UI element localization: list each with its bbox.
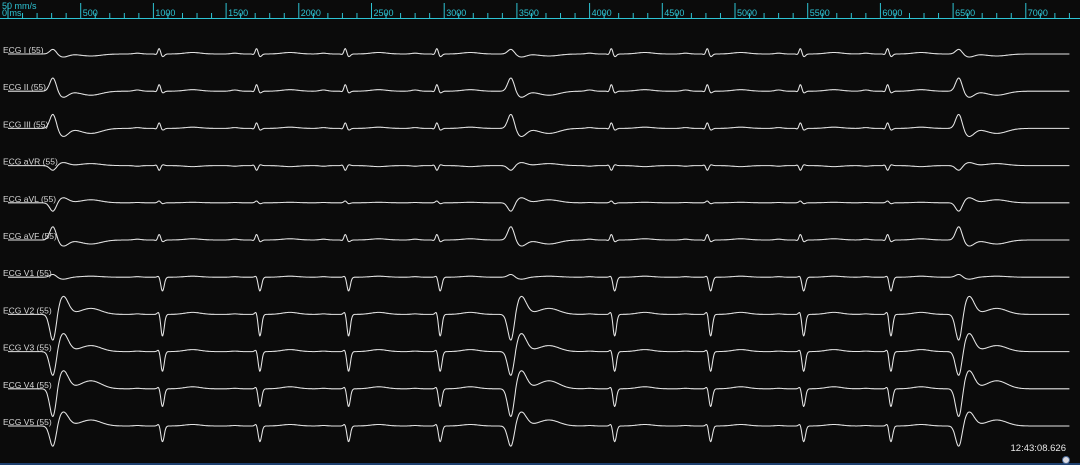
ruler-tick-label: 7000 bbox=[1028, 8, 1048, 18]
ecg-trace bbox=[8, 295, 1070, 341]
ruler-tick-label: 4500 bbox=[664, 8, 684, 18]
ecg-trace bbox=[8, 333, 1070, 376]
lead-v4: ECG V4 (55) bbox=[3, 370, 1070, 418]
ruler-tick-label: 3000 bbox=[446, 8, 466, 18]
ecg-trace bbox=[8, 77, 1070, 98]
ecg-trace bbox=[8, 370, 1070, 418]
ruler-tick-label: 2500 bbox=[374, 8, 394, 18]
timestamp: 12:43:08.626 bbox=[1010, 443, 1066, 454]
ecg-trace bbox=[8, 273, 1070, 292]
ruler-tick-label: 5500 bbox=[810, 8, 830, 18]
lead-avf: ECG aVF (55) bbox=[3, 226, 1070, 247]
lead-ii: ECG II (55) bbox=[3, 77, 1070, 98]
lead-iii: ECG III (55) bbox=[3, 113, 1070, 138]
lead-avl: ECG aVL (55) bbox=[3, 194, 1070, 212]
ecg-trace bbox=[8, 113, 1070, 138]
ruler-tick-label: 5000 bbox=[737, 8, 757, 18]
ruler-tick-label: 6000 bbox=[882, 8, 902, 18]
lead-i: ECG I (55) bbox=[3, 45, 1070, 58]
scroll-indicator-icon[interactable] bbox=[1062, 456, 1070, 464]
lead-v3: ECG V3 (55) bbox=[3, 333, 1070, 376]
ruler-tick-label: 1000 bbox=[155, 8, 175, 18]
time-ruler[interactable]: 50 mm/s 0 ms 500 1000 1500 2000 2500 3000 3500… bbox=[0, 1, 1080, 19]
ecg-trace bbox=[8, 48, 1070, 58]
ecg-chart: 50 mm/s 0 ms 500 1000 1500 2000 2500 3000 3500… bbox=[0, 1, 1080, 447]
lead-v2: ECG V2 (55) bbox=[3, 295, 1070, 341]
ruler-tick-label: 4000 bbox=[592, 8, 612, 18]
ecg-trace bbox=[8, 162, 1070, 171]
ecg-trace bbox=[8, 226, 1070, 247]
ruler-origin-label: 0 ms bbox=[2, 8, 22, 18]
ecg-trace bbox=[8, 411, 1070, 447]
lead-v5: ECG V5 (55) bbox=[3, 411, 1070, 447]
lead-avr: ECG aVR (55) bbox=[3, 157, 1070, 171]
ruler-tick-label: 3500 bbox=[519, 8, 539, 18]
ruler-tick-labels: 500 1000 1500 2000 2500 3000 3500 4000 4500 5000 5… bbox=[83, 8, 1048, 18]
lead-v1: ECG V1 (55) bbox=[3, 268, 1070, 292]
ecg-trace bbox=[8, 197, 1070, 212]
ruler-tick-label: 500 bbox=[83, 8, 98, 18]
ruler-tick-label: 6500 bbox=[955, 8, 975, 18]
ecg-leads: ECG I (55) ECG II (55) ECG III (55) ECG aVR… bbox=[3, 45, 1070, 447]
ruler-tick-label: 1500 bbox=[228, 8, 248, 18]
ruler-tick-label: 2000 bbox=[301, 8, 321, 18]
